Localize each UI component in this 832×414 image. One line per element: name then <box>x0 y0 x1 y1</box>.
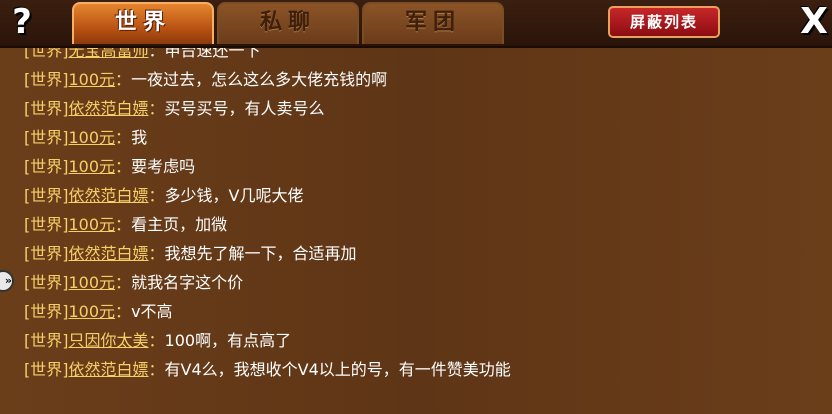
colon: ： <box>148 186 165 205</box>
colon: ： <box>115 302 132 321</box>
side-drawer-handle[interactable]: » <box>0 270 14 292</box>
channel-tag: [世界] <box>24 128 69 147</box>
message-content: 多少钱，V几呢大佬 <box>164 186 304 205</box>
colon: ： <box>148 244 165 263</box>
colon: ： <box>115 215 132 234</box>
channel-tag: [世界] <box>24 302 69 321</box>
chat-message: [世界]依然范白嫖：有V4么，我想收个V4以上的号，有一件赞美功能 <box>24 355 824 384</box>
message-content: ：申台速还一下 <box>148 48 261 60</box>
channel-tag: [世界] <box>24 215 69 234</box>
message-content: 就我名字这个价 <box>131 273 244 292</box>
colon: ： <box>115 70 132 89</box>
colon: ： <box>148 331 165 350</box>
message-content: 有V4么，我想收个V4以上的号，有一件赞美功能 <box>164 360 511 379</box>
sender-name[interactable]: 只因你太美 <box>69 331 149 350</box>
chat-message: [世界]100元：就我名字这个价 <box>24 268 824 297</box>
chat-message: [世界]100元：我 <box>24 123 824 152</box>
channel-tag: [世界] <box>24 70 69 89</box>
chat-panel[interactable]: [世界]无宝高富帅：申台速还一下 [世界]100元：一夜过去，怎么这么多大佬充钱… <box>0 48 832 414</box>
block-list-button[interactable]: 屏蔽列表 <box>608 6 720 38</box>
channel-tag: [世界] <box>24 273 69 292</box>
channel-tag: [世界] <box>24 360 69 379</box>
sender-name[interactable]: 100元 <box>69 70 116 89</box>
chat-message-partial: [世界]无宝高富帅：申台速还一下 <box>24 48 824 65</box>
chat-message: [世界]100元：看主页，加微 <box>24 210 824 239</box>
chat-message: [世界]依然范白嫖：多少钱，V几呢大佬 <box>24 181 824 210</box>
channel-tag: [世界] <box>24 186 69 205</box>
colon: ： <box>115 128 132 147</box>
message-content: 我 <box>131 128 148 147</box>
sender-name[interactable]: 100元 <box>69 215 116 234</box>
colon: ： <box>148 99 165 118</box>
chat-message: [世界]100元：一夜过去，怎么这么多大佬充钱的啊 <box>24 65 824 94</box>
channel-tag: [世界] <box>24 48 69 60</box>
sender-name[interactable]: 依然范白嫖 <box>69 360 149 379</box>
channel-tag: [世界] <box>24 99 69 118</box>
sender-name[interactable]: 100元 <box>69 302 116 321</box>
chat-message: [世界]100元：要考虑吗 <box>24 152 824 181</box>
tab-legion[interactable]: 军团 <box>362 2 504 44</box>
message-content: v不高 <box>131 302 173 321</box>
chat-message: [世界]100元：v不高 <box>24 297 824 326</box>
colon: ： <box>148 360 165 379</box>
channel-tag: [世界] <box>24 244 69 263</box>
message-content: 我想先了解一下，合适再加 <box>164 244 357 263</box>
tab-world[interactable]: 世界 <box>72 2 214 44</box>
message-content: 要考虑吗 <box>131 157 196 176</box>
sender-name[interactable]: 100元 <box>69 157 116 176</box>
colon: ： <box>115 273 132 292</box>
chevron-right-icon: » <box>4 274 12 287</box>
help-button[interactable]: ? <box>2 0 42 44</box>
chat-message: [世界]依然范白嫖：我想先了解一下，合适再加 <box>24 239 824 268</box>
chat-message: [世界]只因你太美：100啊，有点高了 <box>24 326 824 355</box>
message-content: 一夜过去，怎么这么多大佬充钱的啊 <box>131 70 388 89</box>
message-content: 买号买号，有人卖号么 <box>164 99 325 118</box>
close-button[interactable]: X <box>796 0 832 44</box>
sender-name[interactable]: 依然范白嫖 <box>69 186 149 205</box>
top-bar: ? 世界 私聊 军团 屏蔽列表 X <box>0 0 832 48</box>
message-content: 100啊，有点高了 <box>164 331 292 350</box>
message-content: 看主页，加微 <box>131 215 228 234</box>
chat-message: [世界]依然范白嫖：买号买号，有人卖号么 <box>24 94 824 123</box>
chat-message-list[interactable]: [世界]无宝高富帅：申台速还一下 [世界]100元：一夜过去，怎么这么多大佬充钱… <box>24 48 824 384</box>
sender-name[interactable]: 依然范白嫖 <box>69 244 149 263</box>
colon: ： <box>115 157 132 176</box>
sender-name[interactable]: 100元 <box>69 273 116 292</box>
sender-name[interactable]: 100元 <box>69 128 116 147</box>
channel-tag: [世界] <box>24 157 69 176</box>
sender-name[interactable]: 无宝高富帅 <box>69 48 149 60</box>
sender-name[interactable]: 依然范白嫖 <box>69 99 149 118</box>
tab-private-chat[interactable]: 私聊 <box>217 2 359 44</box>
channel-tag: [世界] <box>24 331 69 350</box>
